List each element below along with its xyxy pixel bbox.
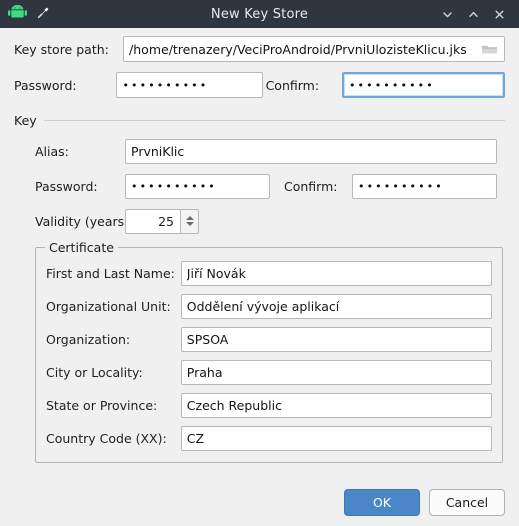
minimize-button[interactable]	[436, 3, 458, 25]
key-confirm-value: ••••••••••	[358, 179, 444, 193]
dialog-body: Key store path: /home/trenazery/VeciProA…	[0, 35, 519, 463]
window-controls	[436, 3, 519, 25]
certificate-group-label: Certificate	[45, 241, 118, 254]
state-or-province-value: Czech Republic	[186, 398, 282, 413]
title-bar: New Key Store	[0, 0, 519, 28]
keystore-confirm-label: Confirm:	[265, 77, 320, 93]
alias-label: Alias:	[35, 143, 69, 159]
cert-row-country-code: Country Code (XX): CZ	[46, 426, 492, 451]
cancel-button[interactable]: Cancel	[429, 489, 505, 516]
cert-row-organizational-unit: Organizational Unit: Oddělení vývoje apl…	[46, 294, 492, 319]
keystore-path-value: /home/trenazery/VeciProAndroid/PrvniUloz…	[129, 41, 467, 57]
key-password-value: ••••••••••	[131, 179, 217, 193]
stepper-down-icon[interactable]	[185, 222, 194, 226]
organization-input[interactable]: SPSOA	[180, 327, 492, 352]
state-or-province-input[interactable]: Czech Republic	[180, 393, 492, 418]
first-and-last-name-input[interactable]: Jiří Novák	[180, 261, 492, 286]
alias-row: Alias: PrvniKlic	[14, 138, 505, 164]
organizational-unit-label: Organizational Unit:	[46, 299, 171, 314]
key-section-header: Key	[14, 112, 505, 128]
key-confirm-input[interactable]: ••••••••••	[352, 173, 497, 199]
cert-row-organization: Organization: SPSOA	[46, 327, 492, 352]
key-password-row: Password: •••••••••• Confirm: ••••••••••	[14, 173, 505, 199]
cert-row-first-and-last-name: First and Last Name: Jiří Novák	[46, 261, 492, 286]
organization-label: Organization:	[46, 332, 131, 347]
key-password-label: Password:	[35, 178, 98, 194]
key-section-label: Key	[14, 112, 37, 128]
first-and-last-name-label: First and Last Name:	[46, 266, 175, 281]
dialog-button-bar: OK Cancel	[344, 489, 505, 516]
keystore-confirm-input[interactable]: ••••••••••	[341, 72, 505, 98]
ok-button[interactable]: OK	[344, 489, 420, 516]
country-code-label: Country Code (XX):	[46, 431, 167, 446]
key-password-input[interactable]: ••••••••••	[125, 173, 270, 199]
keystore-path-input[interactable]: /home/trenazery/VeciProAndroid/PrvniUloz…	[123, 36, 505, 62]
organizational-unit-value: Oddělení vývoje aplikací	[186, 299, 340, 314]
country-code-value: CZ	[186, 431, 205, 446]
keystore-password-row: Password: •••••••••• Confirm: ••••••••••	[14, 71, 505, 99]
maximize-button[interactable]	[462, 3, 484, 25]
alias-input[interactable]: PrvniKlic	[125, 138, 497, 164]
country-code-input[interactable]: CZ	[180, 426, 492, 451]
first-and-last-name-value: Jiří Novák	[186, 266, 246, 281]
android-robot-icon	[8, 3, 27, 23]
organization-value: SPSOA	[186, 332, 229, 347]
keystore-confirm-value: ••••••••••	[348, 78, 435, 92]
key-confirm-label: Confirm:	[284, 178, 338, 194]
certificate-group: Certificate First and Last Name: Jiří No…	[35, 241, 503, 463]
city-or-locality-input[interactable]: Praha	[180, 360, 492, 385]
keystore-password-input[interactable]: ••••••••••	[116, 72, 263, 98]
keystore-path-row: Key store path: /home/trenazery/VeciProA…	[14, 35, 505, 63]
validity-stepper-buttons[interactable]	[180, 208, 199, 234]
state-or-province-label: State or Province:	[46, 398, 158, 413]
validity-value[interactable]: 25	[125, 208, 180, 234]
keystore-password-value: ••••••••••	[122, 78, 209, 92]
city-or-locality-label: City or Locality:	[46, 365, 143, 380]
folder-icon[interactable]	[481, 43, 498, 56]
cert-row-city-or-locality: City or Locality: Praha	[46, 360, 492, 385]
validity-stepper[interactable]: 25	[125, 208, 199, 234]
close-button[interactable]	[488, 3, 510, 25]
alias-value: PrvniKlic	[131, 143, 185, 159]
validity-label: Validity (years):	[35, 213, 134, 229]
organizational-unit-input[interactable]: Oddělení vývoje aplikací	[180, 294, 492, 319]
city-or-locality-value: Praha	[186, 365, 223, 380]
stepper-up-icon[interactable]	[185, 216, 194, 220]
key-section-divider	[43, 119, 505, 121]
keystore-password-label: Password:	[14, 77, 77, 93]
keystore-path-label: Key store path:	[14, 41, 109, 57]
cert-row-state-or-province: State or Province: Czech Republic	[46, 393, 492, 418]
validity-row: Validity (years): 25	[14, 208, 505, 234]
title-bar-icons	[0, 3, 50, 23]
pin-icon[interactable]	[36, 6, 50, 23]
